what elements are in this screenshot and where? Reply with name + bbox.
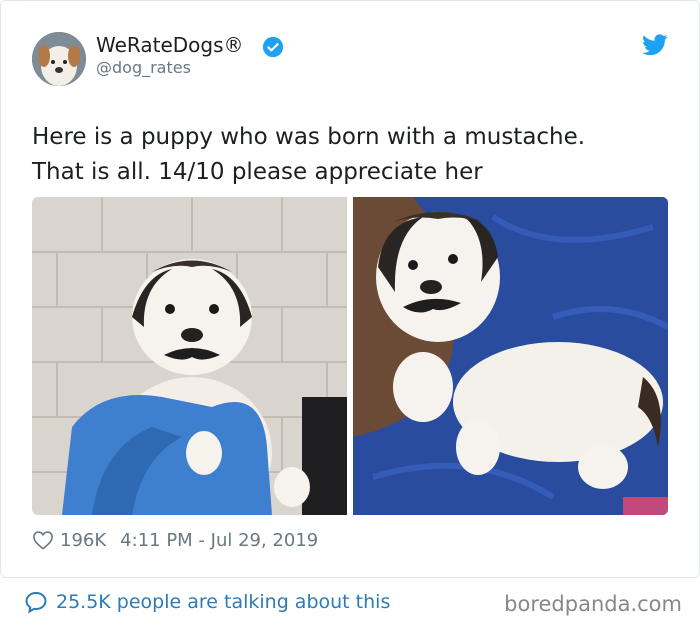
conversation-link[interactable]: 25.5K people are talking about this	[24, 591, 390, 613]
source-credit: boredpanda.com	[504, 592, 682, 616]
tweet-meta: 196K 4:11 PM - Jul 29, 2019	[32, 528, 318, 552]
like-count[interactable]: 196K	[60, 530, 106, 551]
dog-avatar-icon	[32, 32, 86, 86]
puppy-photo-held-in-gloved-hands	[32, 197, 347, 515]
tweet-text: Here is a puppy who was born with a must…	[32, 124, 586, 185]
tweet-photo-2[interactable]	[353, 197, 668, 515]
heart-icon[interactable]	[32, 530, 54, 550]
author-name[interactable]: WeRateDogs®	[96, 33, 244, 57]
speech-bubble-icon	[25, 591, 47, 613]
puppy-photo-on-blue-blanket	[353, 197, 668, 515]
author-handle[interactable]: @dog_rates	[96, 58, 191, 77]
author-avatar[interactable]	[32, 32, 86, 86]
tweet-photo-1[interactable]	[32, 197, 347, 515]
conversation-text[interactable]: 25.5K people are talking about this	[56, 591, 390, 613]
verified-badge-icon	[262, 36, 284, 58]
twitter-bird-icon[interactable]	[642, 34, 668, 56]
tweet-timestamp[interactable]: 4:11 PM - Jul 29, 2019	[120, 530, 318, 551]
